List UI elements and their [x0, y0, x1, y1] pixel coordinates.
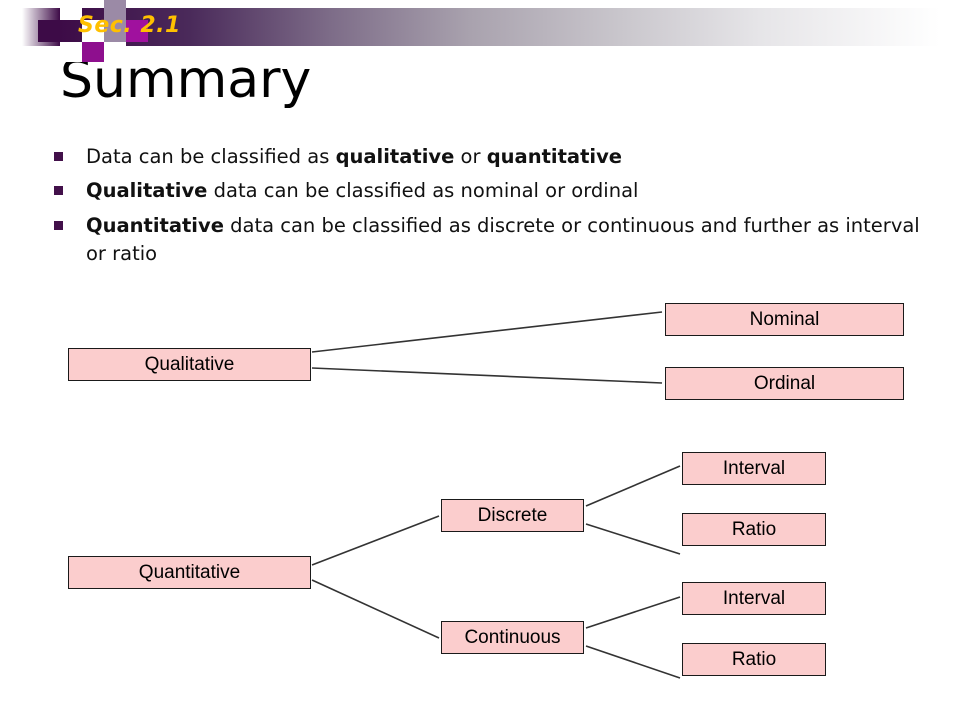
deco-square-1	[38, 20, 60, 42]
diagram-edge-discrete-to-interval-1	[585, 465, 681, 507]
diagram-node-ratio-2: Ratio	[682, 643, 826, 676]
diagram-edge-qualitative-to-nominal	[311, 311, 663, 353]
diagram-edge-discrete-to-ratio-1	[585, 523, 681, 555]
deco-square-5	[82, 42, 104, 62]
diagram-node-label: Discrete	[477, 504, 548, 526]
diagram-edge-quantitative-to-continuous	[311, 579, 440, 639]
diagram-node-interval-2: Interval	[682, 582, 826, 615]
classification-tree-diagram: Qualitative Nominal Ordinal Quantitative Dis…	[0, 0, 960, 720]
diagram-node-label: Qualitative	[144, 353, 235, 375]
diagram-edge-quantitative-to-discrete	[311, 515, 440, 566]
diagram-node-label: Continuous	[464, 626, 561, 648]
diagram-edge-continuous-to-ratio-2	[585, 645, 681, 679]
diagram-node-ordinal: Ordinal	[665, 367, 904, 400]
diagram-node-qualitative: Qualitative	[68, 348, 311, 381]
diagram-node-continuous: Continuous	[441, 621, 584, 654]
diagram-edge-continuous-to-interval-2	[585, 596, 681, 629]
deco-square-9	[104, 42, 126, 62]
diagram-node-label: Ratio	[731, 518, 777, 540]
diagram-node-label: Nominal	[749, 308, 820, 330]
diagram-node-ratio-1: Ratio	[682, 513, 826, 546]
diagram-node-label: Quantitative	[138, 561, 241, 583]
diagram-node-interval-1: Interval	[682, 452, 826, 485]
diagram-node-nominal: Nominal	[665, 303, 904, 336]
diagram-node-label: Ordinal	[753, 372, 816, 394]
diagram-node-quantitative: Quantitative	[68, 556, 311, 589]
diagram-node-label: Ratio	[731, 648, 777, 670]
diagram-edge-qualitative-to-ordinal	[311, 367, 663, 384]
diagram-node-discrete: Discrete	[441, 499, 584, 532]
section-label: Sec. 2.1	[78, 13, 181, 38]
deco-square-4	[60, 42, 82, 62]
diagram-node-label: Interval	[722, 457, 786, 479]
diagram-node-label: Interval	[722, 587, 786, 609]
